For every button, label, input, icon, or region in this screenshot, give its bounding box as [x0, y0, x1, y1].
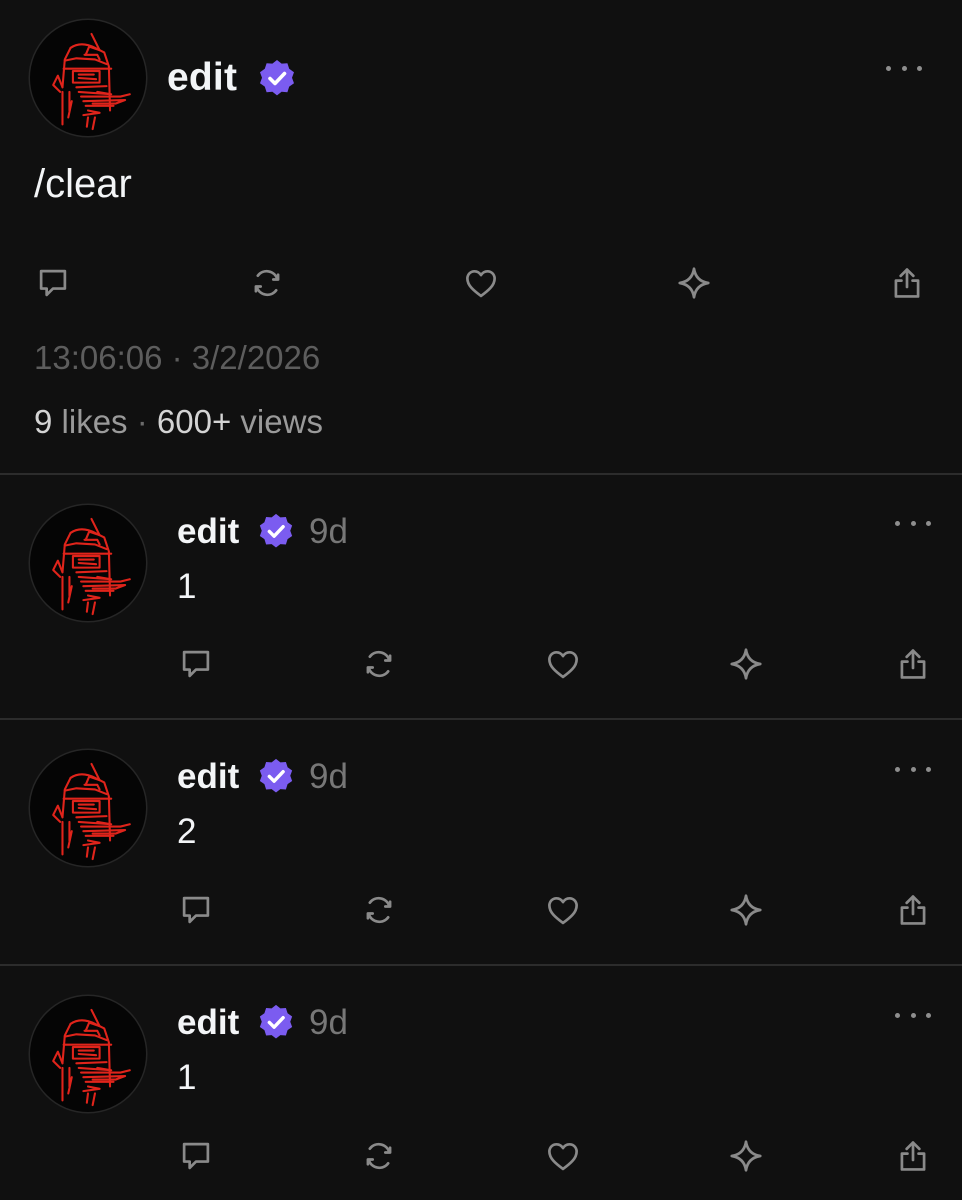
share-icon[interactable] [891, 888, 935, 932]
sparkle-icon[interactable] [724, 642, 768, 686]
reply-age: 9d [309, 757, 348, 796]
share-icon[interactable] [891, 642, 935, 686]
comment-icon[interactable] [31, 261, 75, 305]
stats-separator: · [136, 403, 148, 440]
reply-username[interactable]: edit [177, 512, 239, 552]
username[interactable]: edit [167, 56, 237, 100]
avatar[interactable] [30, 750, 146, 866]
views-label: views [240, 403, 323, 440]
likes-label[interactable]: likes [62, 403, 128, 440]
comment-icon[interactable] [174, 642, 218, 686]
more-options-icon[interactable] [895, 759, 931, 779]
share-icon[interactable] [885, 261, 929, 305]
divider [0, 718, 962, 720]
repost-icon[interactable] [245, 261, 289, 305]
heart-icon[interactable] [459, 261, 503, 305]
divider [0, 473, 962, 475]
share-icon[interactable] [891, 1134, 935, 1178]
verified-badge-icon [257, 1003, 295, 1041]
avatar[interactable] [30, 996, 146, 1112]
reply-body: 2 [177, 812, 197, 851]
reply-username[interactable]: edit [177, 757, 239, 797]
verified-badge-icon [257, 512, 295, 550]
more-options-icon[interactable] [886, 58, 922, 78]
sparkle-icon[interactable] [724, 1134, 768, 1178]
post-stats: 9 likes · 600+ views [34, 402, 323, 442]
reply-age: 9d [309, 1003, 348, 1042]
reply-body: 1 [177, 1058, 197, 1097]
repost-icon[interactable] [357, 888, 401, 932]
heart-icon[interactable] [541, 888, 585, 932]
avatar[interactable] [30, 505, 146, 621]
comment-icon[interactable] [174, 888, 218, 932]
more-options-icon[interactable] [895, 1005, 931, 1025]
views-count: 600+ [156, 403, 232, 440]
repost-icon[interactable] [357, 642, 401, 686]
post-body: /clear [34, 162, 132, 206]
verified-badge-icon [257, 58, 297, 98]
sparkle-icon[interactable] [724, 888, 768, 932]
avatar-image [30, 20, 146, 136]
heart-icon[interactable] [541, 1134, 585, 1178]
avatar-image [30, 996, 146, 1112]
reply-body: 1 [177, 567, 197, 606]
likes-count[interactable]: 9 [34, 403, 52, 440]
repost-icon[interactable] [357, 1134, 401, 1178]
avatar-image [30, 505, 146, 621]
avatar-image [30, 750, 146, 866]
heart-icon[interactable] [541, 642, 585, 686]
divider [0, 964, 962, 966]
avatar[interactable] [30, 20, 146, 136]
post-timestamp: 13:06:06 · 3/2/2026 [34, 339, 321, 376]
sparkle-icon[interactable] [672, 261, 716, 305]
more-options-icon[interactable] [895, 513, 931, 533]
reply-username[interactable]: edit [177, 1003, 239, 1043]
comment-icon[interactable] [174, 1134, 218, 1178]
verified-badge-icon [257, 757, 295, 795]
reply-age: 9d [309, 512, 348, 551]
